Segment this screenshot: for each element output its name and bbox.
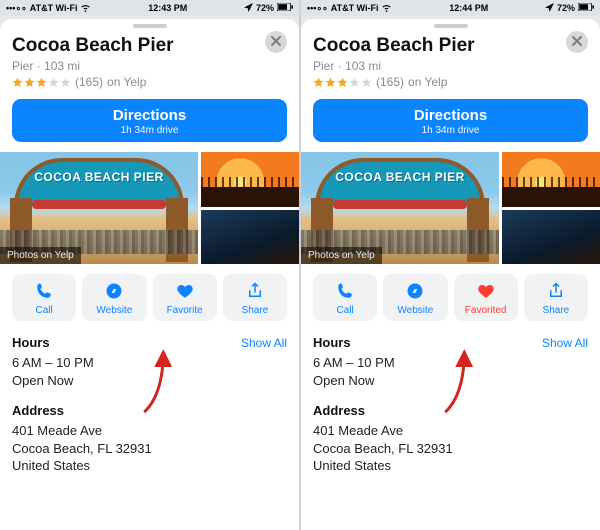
- photo-thumb-sunset[interactable]: [502, 152, 600, 207]
- wifi-icon: [381, 3, 392, 14]
- call-button[interactable]: Call: [12, 274, 76, 321]
- place-card: Cocoa Beach Pier Pier · 103 mi (165) on …: [0, 19, 299, 530]
- photo-source-badge: Photos on Yelp: [301, 247, 382, 264]
- hours-range: 6 AM – 10 PM: [313, 354, 588, 372]
- sheet-grabber[interactable]: [133, 24, 167, 28]
- battery-label: 72%: [256, 3, 274, 13]
- directions-button[interactable]: Directions 1h 34m drive: [12, 99, 287, 142]
- place-subtitle: Pier · 103 mi: [313, 59, 588, 73]
- compass-icon: [84, 281, 144, 301]
- address-section: Address 401 Meade Ave Cocoa Beach, FL 32…: [12, 403, 287, 475]
- photo-thumb-sunset[interactable]: [201, 152, 299, 207]
- review-count: (165): [75, 75, 103, 89]
- sheet-grabber[interactable]: [434, 24, 468, 28]
- rating-row[interactable]: (165) on Yelp: [12, 75, 287, 89]
- share-button[interactable]: Share: [223, 274, 287, 321]
- close-button[interactable]: [566, 31, 588, 53]
- rating-stars: [12, 77, 71, 88]
- compass-icon: [385, 281, 445, 301]
- share-icon: [526, 281, 586, 301]
- battery-icon: [578, 3, 594, 13]
- directions-eta: 1h 34m drive: [16, 125, 283, 136]
- photo-sign-text: COCOA BEACH PIER: [315, 170, 485, 184]
- carrier-label: AT&T Wi-Fi: [30, 3, 78, 13]
- battery-label: 72%: [557, 3, 575, 13]
- photo-primary[interactable]: COCOA BEACH PIER Photos on Yelp: [301, 152, 499, 264]
- heart-icon: [155, 281, 215, 301]
- status-bar: •••∘∘ AT&T Wi-Fi 12:44 PM 72%: [301, 0, 600, 16]
- close-button[interactable]: [265, 31, 287, 53]
- share-icon: [225, 281, 285, 301]
- hours-title: Hours: [313, 335, 351, 350]
- heart-icon: [456, 281, 516, 301]
- photo-thumb-night[interactable]: [201, 210, 299, 265]
- address-section: Address 401 Meade Ave Cocoa Beach, FL 32…: [313, 403, 588, 475]
- location-arrow-icon: [545, 3, 554, 14]
- place-title: Cocoa Beach Pier: [12, 35, 287, 57]
- website-button[interactable]: Website: [82, 274, 146, 321]
- rating-stars: [313, 77, 372, 88]
- place-title: Cocoa Beach Pier: [313, 35, 588, 57]
- hours-section: Hours Show All 6 AM – 10 PM Open Now: [313, 335, 588, 389]
- photo-primary[interactable]: COCOA BEACH PIER Photos on Yelp: [0, 152, 198, 264]
- call-button[interactable]: Call: [313, 274, 377, 321]
- open-now-label: Open Now: [313, 372, 588, 390]
- close-icon: [271, 33, 281, 51]
- phone-icon: [14, 281, 74, 301]
- signal-icon: •••∘∘: [307, 3, 328, 14]
- address-title: Address: [313, 403, 588, 418]
- review-source: on Yelp: [408, 75, 447, 89]
- photo-thumb-night[interactable]: [502, 210, 600, 265]
- favorite-button[interactable]: Favorited: [454, 274, 518, 321]
- photo-strip[interactable]: COCOA BEACH PIER Photos on Yelp: [0, 152, 299, 264]
- action-row: Call Website Favorite Share: [12, 274, 287, 321]
- action-row: Call Website Favorited Share: [313, 274, 588, 321]
- close-icon: [572, 33, 582, 51]
- address-text[interactable]: 401 Meade Ave Cocoa Beach, FL 32931 Unit…: [313, 422, 588, 475]
- directions-label: Directions: [16, 107, 283, 124]
- hours-range: 6 AM – 10 PM: [12, 354, 287, 372]
- review-source: on Yelp: [107, 75, 146, 89]
- review-count: (165): [376, 75, 404, 89]
- phone-icon: [315, 281, 375, 301]
- website-button[interactable]: Website: [383, 274, 447, 321]
- show-all-hours-link[interactable]: Show All: [241, 336, 287, 350]
- address-title: Address: [12, 403, 287, 418]
- clock: 12:44 PM: [449, 3, 488, 13]
- screen-left: •••∘∘ AT&T Wi-Fi 12:43 PM 72% Cocoa Beac…: [0, 0, 299, 530]
- photo-strip[interactable]: COCOA BEACH PIER Photos on Yelp: [301, 152, 600, 264]
- show-all-hours-link[interactable]: Show All: [542, 336, 588, 350]
- directions-label: Directions: [317, 107, 584, 124]
- share-button[interactable]: Share: [524, 274, 588, 321]
- favorite-button[interactable]: Favorite: [153, 274, 217, 321]
- rating-row[interactable]: (165) on Yelp: [313, 75, 588, 89]
- hours-section: Hours Show All 6 AM – 10 PM Open Now: [12, 335, 287, 389]
- photo-sign-text: COCOA BEACH PIER: [14, 170, 184, 184]
- place-card: Cocoa Beach Pier Pier · 103 mi (165) on …: [301, 19, 600, 530]
- status-bar: •••∘∘ AT&T Wi-Fi 12:43 PM 72%: [0, 0, 299, 16]
- screen-right: •••∘∘ AT&T Wi-Fi 12:44 PM 72% Cocoa Beac…: [301, 0, 600, 530]
- wifi-icon: [80, 3, 91, 14]
- hours-title: Hours: [12, 335, 50, 350]
- directions-button[interactable]: Directions 1h 34m drive: [313, 99, 588, 142]
- place-subtitle: Pier · 103 mi: [12, 59, 287, 73]
- open-now-label: Open Now: [12, 372, 287, 390]
- battery-icon: [277, 3, 293, 13]
- carrier-label: AT&T Wi-Fi: [331, 3, 379, 13]
- photo-source-badge: Photos on Yelp: [0, 247, 81, 264]
- location-arrow-icon: [244, 3, 253, 14]
- directions-eta: 1h 34m drive: [317, 125, 584, 136]
- signal-icon: •••∘∘: [6, 3, 27, 14]
- clock: 12:43 PM: [148, 3, 187, 13]
- address-text[interactable]: 401 Meade Ave Cocoa Beach, FL 32931 Unit…: [12, 422, 287, 475]
